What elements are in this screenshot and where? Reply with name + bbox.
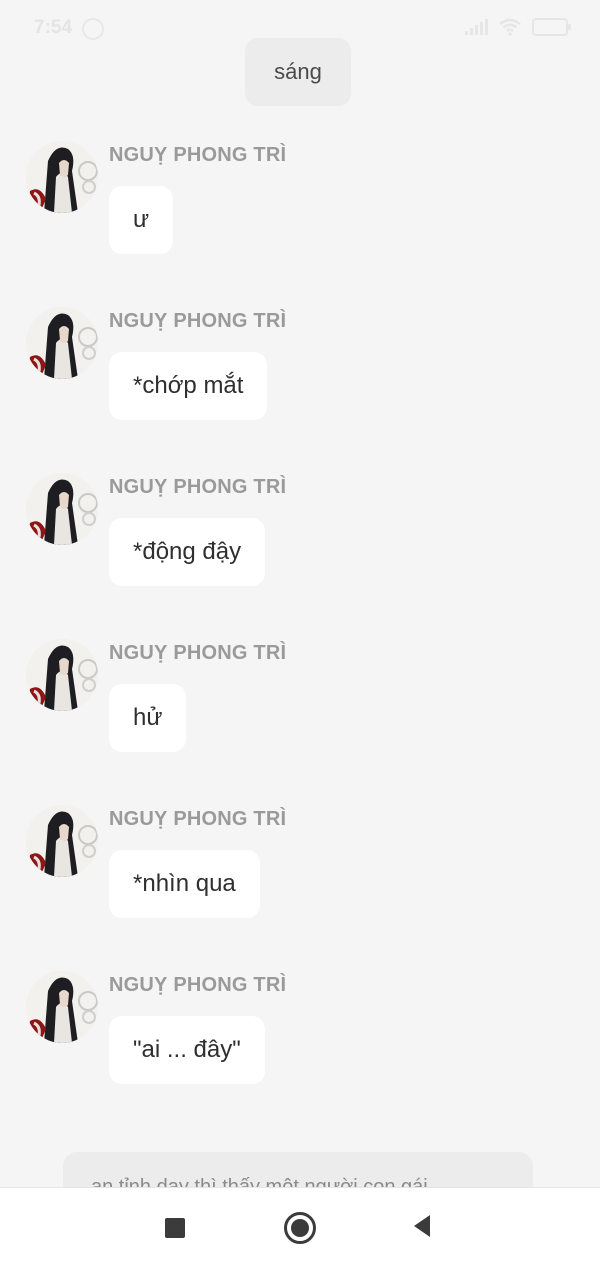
back-icon: [414, 1215, 430, 1237]
recent-apps-icon: [165, 1218, 185, 1238]
status-icons: [465, 18, 571, 36]
sender-name: NGUỴ PHONG TRÌ: [109, 476, 287, 498]
wifi-icon: [499, 18, 521, 36]
sender-name: NGUỴ PHONG TRÌ: [109, 974, 287, 996]
avatar[interactable]: [26, 971, 98, 1043]
sender-name: NGUỴ PHONG TRÌ: [109, 642, 287, 664]
battery-icon: [532, 18, 571, 36]
character-avatar-icon: [26, 141, 98, 213]
avatar[interactable]: [26, 473, 98, 545]
home-button[interactable]: [284, 1212, 316, 1244]
sender-name: NGUỴ PHONG TRÌ: [109, 310, 287, 332]
status-time: 7:54: [34, 17, 73, 38]
user-message-bubble: sáng: [245, 38, 351, 106]
character-avatar-icon: [26, 307, 98, 379]
message-bubble: "ai ... đây": [109, 1016, 265, 1084]
avatar[interactable]: [26, 307, 98, 379]
character-avatar-icon: [26, 639, 98, 711]
message-bubble: *động đậy: [109, 518, 266, 586]
character-avatar-icon: [26, 805, 98, 877]
message-bubble: *nhìn qua: [109, 850, 260, 918]
sender-name: NGUỴ PHONG TRÌ: [109, 144, 287, 166]
recent-apps-button[interactable]: [159, 1212, 191, 1244]
avatar[interactable]: [26, 805, 98, 877]
back-button[interactable]: [408, 1212, 440, 1244]
message-bubble: *chớp mắt: [109, 352, 268, 420]
navigation-bar: [0, 1187, 600, 1268]
notification-icon: [82, 18, 104, 40]
sender-name: NGUỴ PHONG TRÌ: [109, 808, 287, 830]
character-avatar-icon: [26, 473, 98, 545]
signal-icon: [465, 19, 488, 35]
message-bubble: ư: [109, 186, 174, 254]
character-avatar-icon: [26, 971, 98, 1043]
avatar[interactable]: [26, 141, 98, 213]
avatar[interactable]: [26, 639, 98, 711]
message-bubble: hử: [109, 684, 187, 752]
